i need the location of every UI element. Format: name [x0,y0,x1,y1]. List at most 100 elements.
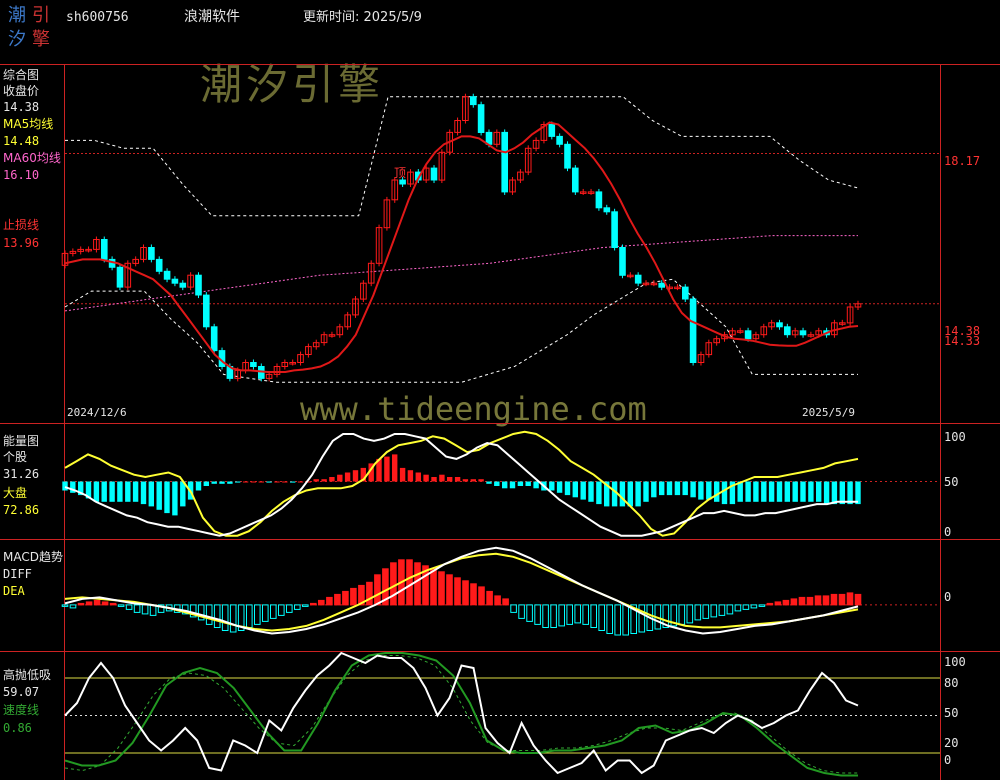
macd-bar [694,604,702,621]
candle-body [485,131,493,145]
macd-bar [406,559,413,606]
macd-bar [678,604,686,625]
macd-bar [486,590,493,606]
energy-bar [140,481,147,505]
energy-bar [337,474,343,482]
energy-bar [407,470,414,482]
energy-bar [666,481,673,496]
macd-bar [710,604,718,618]
macd-bar [326,596,333,606]
candle-body [548,124,556,137]
macd-bar [254,604,261,625]
candle-body [399,179,406,185]
macd-bar [270,604,277,619]
macd-bar [470,583,477,606]
energy-bar [823,481,830,505]
energy-bar [321,479,327,482]
macd-bar [286,604,293,613]
energy-bar [297,481,304,483]
energy-bar [659,481,665,496]
energy-bar [596,481,602,505]
energy-bar [674,481,681,496]
macd-bar [213,604,221,629]
candle-body [799,330,807,336]
energy-bar [706,481,712,500]
macd-bar [598,604,606,632]
energy-bar [399,467,406,482]
macd-bar [526,604,533,622]
macd-bar [550,604,557,629]
macd-bar [638,604,646,633]
energy-bar [219,481,225,484]
energy-bar [502,481,508,489]
energy-bar [800,481,806,502]
macd-bar [702,604,710,619]
energy-bar [242,481,249,483]
energy-bar [533,481,539,489]
energy-bar [148,481,154,507]
energy-bar [564,481,571,496]
energy-bar [737,481,743,502]
macd-bar [590,604,598,629]
macd-bar [318,599,325,606]
energy-bar [290,481,296,483]
macd-bar [93,599,101,606]
energy-bar [776,481,783,502]
energy-bar [580,481,586,500]
energy-bar [258,481,264,483]
energy-bar [125,481,131,502]
candle-body [619,247,626,276]
macd-bar [229,604,237,633]
macd-bar [494,595,501,606]
candle-body [250,362,257,367]
energy-bar [62,481,68,491]
energy-bar [556,481,563,493]
candle-body [210,326,218,352]
candle-body [171,278,179,284]
candle-body [148,247,155,260]
macd-bar [566,604,574,625]
macd-bar [141,604,149,615]
macd-bar [558,604,566,627]
energy-market-line [64,430,859,537]
energy-bar [847,481,853,505]
energy-bar [831,481,838,505]
macd-bar [446,574,453,606]
candle-body [163,270,171,280]
macd-bar [478,586,485,606]
macd-bar [734,604,742,612]
energy-bar [549,481,555,491]
macd-bar [366,581,373,606]
candle-body [501,131,508,193]
macd-bar [798,596,806,606]
energy-bar [753,481,759,502]
macd-bar [574,604,582,624]
energy-bar [643,481,649,502]
energy-bar [761,481,767,502]
macd-bar [606,604,614,635]
energy-bar [172,481,178,516]
energy-bar [132,481,139,502]
macd-bar [782,599,790,606]
energy-bar [439,474,445,482]
candle-body [195,274,202,296]
candle-body [203,294,210,328]
energy-bar [227,481,233,484]
candle-body [477,104,485,133]
macd-bar [205,604,213,625]
macd-bar [622,604,630,636]
macd-bar [774,601,782,606]
macd-bar [726,604,734,615]
energy-bar [470,479,476,482]
energy-bar [509,481,516,489]
energy-bar [714,481,720,502]
energy-bar [117,481,123,502]
macd-bar [133,604,141,613]
macd-bar [822,595,830,606]
energy-bar [745,481,751,502]
macd-bar [101,601,109,606]
candle-body [430,167,438,181]
macd-bar [534,604,541,625]
macd-bar [742,604,750,610]
energy-bar [462,479,469,482]
